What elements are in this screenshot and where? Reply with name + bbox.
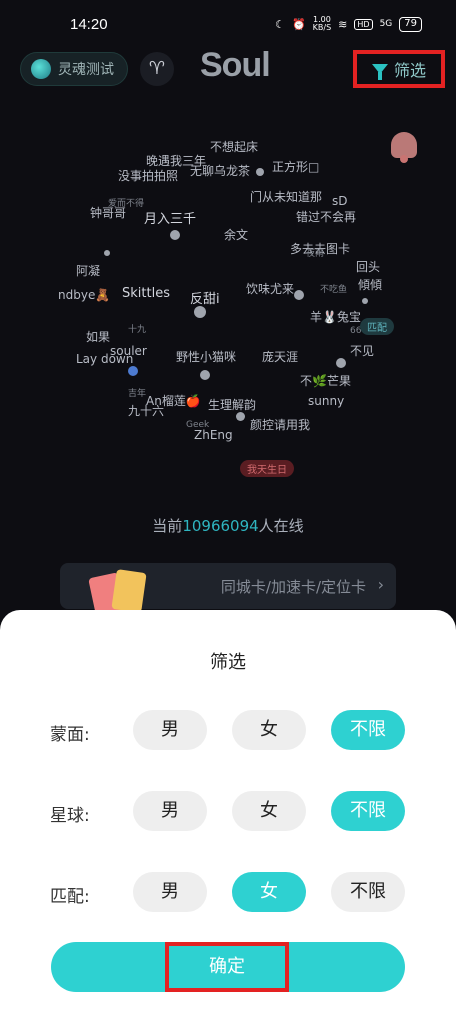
online-count-text: 当前10966094人在线 (0, 515, 456, 536)
cloud-pill[interactable]: 我天生日 (240, 460, 294, 477)
cloud-dot (294, 290, 304, 300)
cloud-word[interactable]: 羊🐰兔宝 (310, 308, 361, 325)
soul-test-button[interactable]: 灵魂测试 (20, 52, 128, 86)
status-time: 14:20 (70, 16, 108, 33)
cloud-word[interactable]: 饮味尤来 (246, 280, 294, 297)
cloud-word[interactable]: ZhEng (194, 428, 233, 442)
alarm-icon: ⏰ (291, 17, 306, 31)
battery-icon: 79 (399, 16, 422, 32)
cloud-dot (200, 370, 210, 380)
filter-button[interactable]: 筛选 (353, 50, 445, 88)
cloud-word[interactable]: sunny (308, 394, 344, 408)
filter-label: 筛选 (393, 61, 426, 80)
planet-option-any[interactable]: 不限 (331, 791, 405, 831)
cloud-word[interactable]: 阿凝 (76, 262, 100, 279)
cloud-word[interactable]: 生理解韵 (208, 396, 256, 413)
cloud-word[interactable]: 不🌿芒果 (300, 372, 351, 389)
cloud-word[interactable]: 错过不会再 (296, 208, 356, 225)
moon-icon: ☾ (275, 17, 285, 31)
cloud-word[interactable]: 余文 (224, 226, 248, 243)
match-option-male[interactable]: 男 (133, 872, 207, 912)
cloud-word[interactable]: 夜雨 (306, 246, 324, 259)
row-label-match: 匹配: (50, 887, 90, 907)
hd-badge: HD (354, 18, 373, 30)
row-label-planet: 星球: (50, 806, 90, 826)
cloud-word[interactable]: 野性小猫咪 (176, 348, 236, 365)
net-speed: 1.00 KB/S (312, 15, 332, 32)
cloud-pill[interactable]: 匹配 (360, 318, 394, 335)
signal-label: 5G (379, 19, 393, 29)
cloud-word[interactable]: 不见 (350, 342, 374, 359)
card-banner-label: 同城卡/加速卡/定位卡 (220, 578, 366, 596)
mask-option-female[interactable]: 女 (232, 710, 306, 750)
online-prefix: 当前 (152, 517, 183, 535)
cloud-word[interactable]: Lay down (76, 352, 133, 366)
cloud-word[interactable]: Skittles (122, 286, 170, 301)
filter-sheet: 筛选 蒙面: 男 女 不限 星球: 男 女 不限 匹配: 男 女 不限 确定 (0, 610, 456, 1018)
cloud-word[interactable]: 吉年 (128, 386, 146, 399)
status-bar: 14:20 ☾ ⏰ 1.00 KB/S ≋ HD 5G 79 (0, 0, 456, 48)
cloud-word[interactable]: 月入三千 (144, 208, 196, 227)
confirm-button[interactable]: 确定 (51, 942, 405, 992)
cloud-dot (104, 250, 110, 256)
chevron-right-icon: › (377, 575, 384, 594)
cloud-dot (194, 306, 206, 318)
zodiac-button[interactable]: ♈ (140, 52, 174, 86)
cloud-dot (256, 168, 264, 176)
cloud-word[interactable]: 庞天涯 (262, 348, 298, 365)
soul-logo: Soul (200, 46, 271, 84)
funnel-icon (371, 64, 388, 80)
planet-option-female[interactable]: 女 (232, 791, 306, 831)
wifi-icon: ≋ (338, 17, 348, 31)
cloud-word[interactable]: 无聊乌龙茶 (190, 162, 250, 179)
planet-icon (31, 59, 51, 79)
match-option-any[interactable]: 不限 (331, 872, 405, 912)
cloud-word[interactable]: 十九 (128, 322, 146, 335)
row-label-mask: 蒙面: (50, 725, 90, 745)
cloud-dot (128, 366, 138, 376)
cloud-word[interactable]: 回头 (356, 258, 380, 275)
cloud-word[interactable]: An榴莲🍎 (146, 392, 201, 409)
cloud-dot (336, 358, 346, 368)
cloud-word[interactable]: sD (332, 194, 348, 208)
online-number: 10966094 (182, 517, 259, 535)
cloud-dot (236, 412, 245, 421)
cloud-word[interactable]: 爱而不得 (108, 196, 144, 209)
cloud-word[interactable]: ndbye🧸 (58, 288, 110, 302)
online-suffix: 人在线 (258, 517, 304, 535)
mask-option-any[interactable]: 不限 (331, 710, 405, 750)
status-icons: ☾ ⏰ 1.00 KB/S ≋ HD 5G 79 (275, 16, 422, 32)
match-option-female[interactable]: 女 (232, 872, 306, 912)
cloud-word[interactable]: 门从未知道那 (250, 188, 322, 205)
cloud-word[interactable]: 反甜i (190, 288, 220, 307)
planet-option-male[interactable]: 男 (133, 791, 207, 831)
cloud-word[interactable]: 傾傾 (358, 276, 382, 293)
cloud-word[interactable]: 如果 (86, 328, 110, 345)
cloud-word[interactable]: 不吃鱼 (320, 282, 347, 295)
cloud-word[interactable]: 不想起床 (210, 138, 258, 155)
soul-test-label: 灵魂测试 (58, 62, 114, 78)
cloud-word[interactable]: 没事拍拍照 (118, 167, 178, 184)
mask-option-male[interactable]: 男 (133, 710, 207, 750)
sheet-title: 筛选 (210, 652, 246, 673)
cloud-word[interactable]: 颜控请用我 (250, 416, 310, 433)
cloud-dot (362, 298, 368, 304)
confirm-label: 确定 (165, 942, 289, 992)
cloud-word[interactable]: 正方形□ (272, 158, 319, 175)
star-cloud[interactable]: 不想起床 晚遇我三年 无聊乌龙茶 正方形□ 没事拍拍照 钟哥哥 月入三千 爱而不… (40, 130, 420, 490)
card-banner[interactable]: 同城卡/加速卡/定位卡 › (60, 563, 396, 618)
cloud-dot (170, 230, 180, 240)
